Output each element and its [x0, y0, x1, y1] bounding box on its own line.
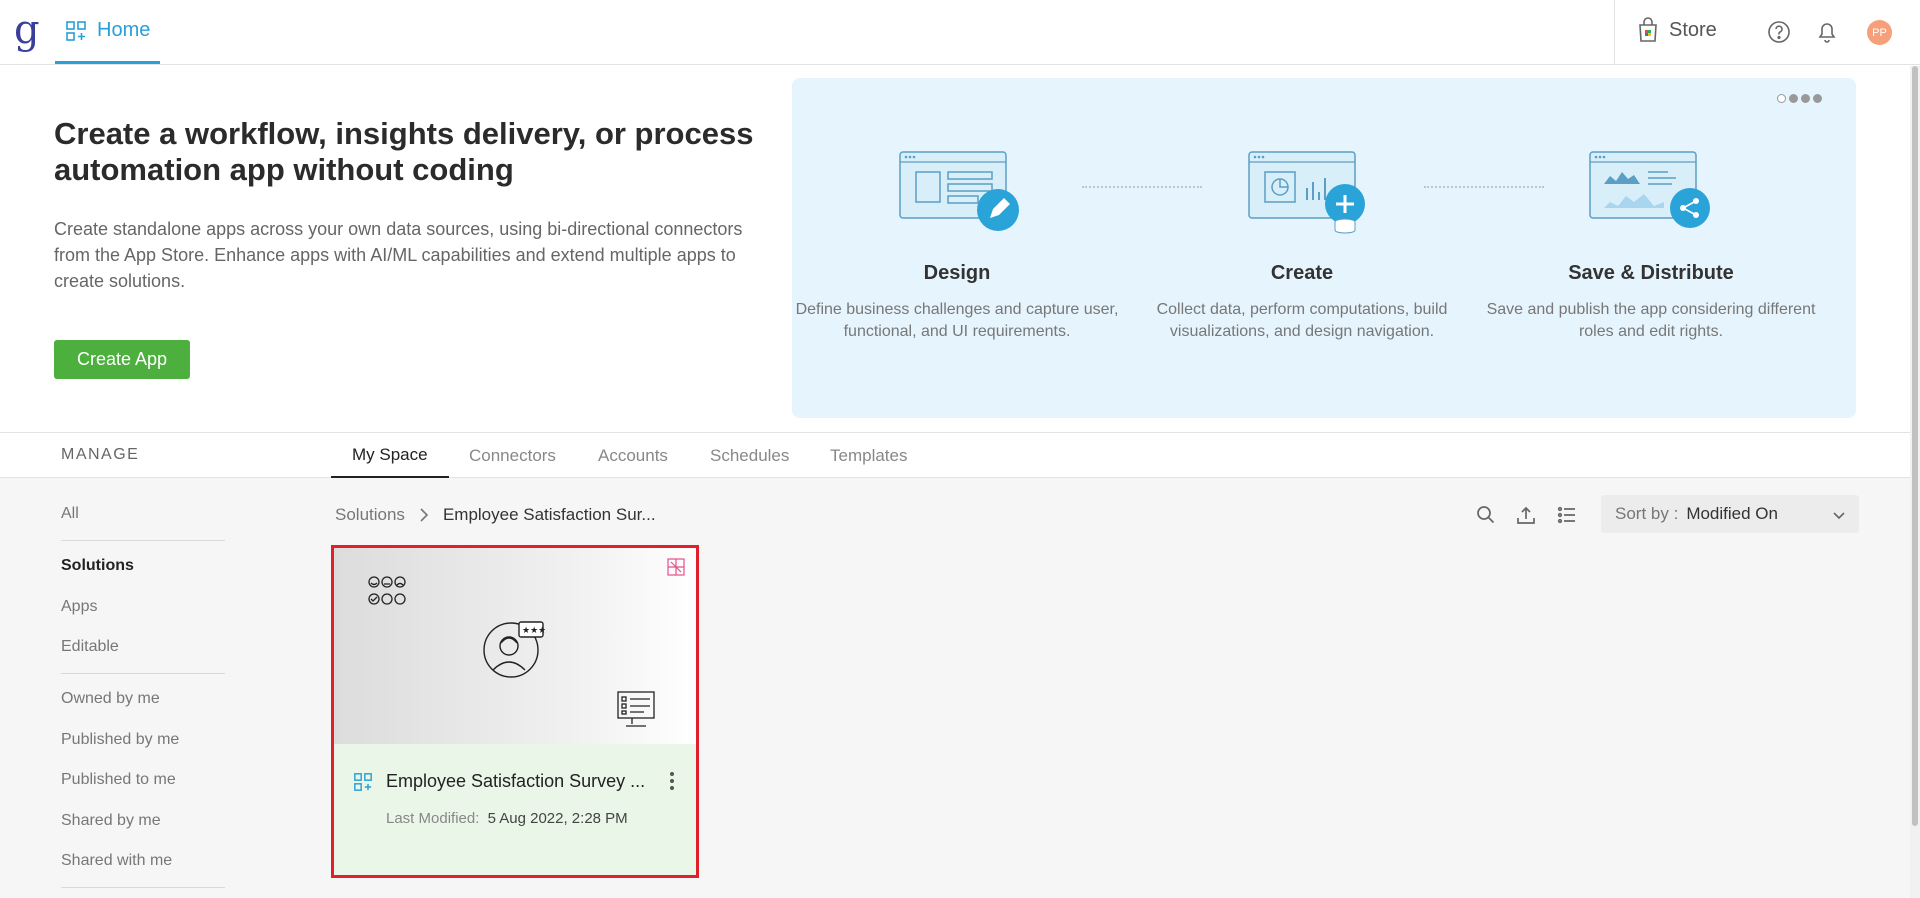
chevron-right-icon [420, 508, 429, 522]
chevron-down-icon [1833, 512, 1845, 520]
breadcrumb: Solutions Employee Satisfaction Sur... [335, 505, 656, 525]
design-step: Design Define business challenges and ca… [792, 150, 1122, 343]
store-bag-icon [1639, 17, 1657, 42]
sidebar-divider [61, 673, 225, 674]
card-title[interactable]: Employee Satisfaction Survey ... [386, 771, 662, 792]
tab-accounts[interactable]: Accounts [577, 433, 689, 478]
computer-checklist-icon [617, 691, 655, 727]
breadcrumb-current: Employee Satisfaction Sur... [442, 505, 656, 524]
step-title: Save & Distribute [1568, 262, 1734, 284]
top-bar: g Home Store PP [0, 0, 1920, 65]
create-illustration-icon [1248, 151, 1365, 234]
carousel-dot[interactable] [1777, 94, 1786, 103]
notification-bell-icon[interactable] [1814, 19, 1840, 45]
scrollbar-thumb[interactable] [1912, 66, 1918, 826]
promo-banner: Design Define business challenges and ca… [792, 78, 1856, 418]
sort-dropdown[interactable]: Sort by : Modified On [1601, 495, 1859, 533]
sidebar-item-shared-by-me[interactable]: Shared by me [61, 812, 161, 830]
svg-text:★★★: ★★★ [522, 626, 545, 636]
sidebar-item-apps[interactable]: Apps [61, 598, 97, 616]
user-avatar[interactable]: PP [1867, 20, 1892, 45]
step-description: Define business challenges and capture u… [795, 301, 1119, 340]
step-title: Create [1270, 262, 1334, 284]
search-icon[interactable] [1475, 504, 1497, 526]
card-thumbnail: ★★★ [334, 548, 696, 744]
sidebar-item-editable[interactable]: Editable [61, 638, 119, 656]
apps-grid-icon [66, 20, 86, 41]
hero-title: Create a workflow, insights delivery, or… [54, 116, 754, 187]
store-button[interactable]: Store [1637, 17, 1717, 43]
design-illustration-icon [899, 151, 1019, 231]
solution-badge-icon [667, 558, 685, 576]
tab-templates[interactable]: Templates [809, 433, 928, 478]
sidebar-divider [61, 887, 225, 888]
topbar-divider [1614, 0, 1615, 64]
step-description: Collect data, perform computations, buil… [1156, 301, 1448, 340]
sidebar-item-shared-with-me[interactable]: Shared with me [61, 852, 172, 870]
breadcrumb-root[interactable]: Solutions [335, 505, 405, 525]
modified-value: 5 Aug 2022, 2:28 PM [487, 810, 628, 827]
card-modified: Last Modified: 5 Aug 2022, 2:28 PM [386, 810, 628, 827]
home-tab-label: Home [97, 19, 151, 41]
list-view-icon[interactable] [1556, 504, 1578, 526]
sidebar-item-solutions[interactable]: Solutions [61, 557, 134, 575]
manage-bar: MANAGE My Space Connectors Accounts Sche… [0, 432, 1910, 478]
hero-description: Create standalone apps across your own d… [54, 219, 743, 291]
app-logo[interactable]: g [14, 10, 44, 54]
create-app-button[interactable]: Create App [54, 340, 190, 379]
tab-schedules[interactable]: Schedules [689, 433, 810, 478]
sort-label: Sort by : [1615, 504, 1679, 523]
carousel-dot[interactable] [1801, 94, 1810, 103]
manage-label: MANAGE [61, 446, 140, 463]
card-body: Employee Satisfaction Survey ... Last Mo… [334, 744, 696, 875]
tab-my-space[interactable]: My Space [331, 433, 449, 478]
carousel-dots[interactable] [1777, 94, 1822, 103]
sidebar-item-published-by-me[interactable]: Published by me [61, 731, 179, 749]
sidebar-item-published-to-me[interactable]: Published to me [61, 771, 176, 789]
sidebar-item-all[interactable]: All [61, 505, 79, 523]
rating-faces-icon [368, 576, 406, 605]
store-label: Store [1669, 18, 1717, 41]
survey-person-icon: ★★★ [483, 621, 545, 678]
save-distribute-step: Save & Distribute Save and publish the a… [1486, 150, 1816, 343]
upload-icon[interactable] [1515, 504, 1537, 526]
home-tab[interactable]: Home [55, 0, 161, 64]
step-title: Design [923, 262, 991, 284]
more-options-icon[interactable] [668, 770, 676, 792]
create-step: Create Collect data, perform computation… [1137, 150, 1467, 343]
modified-label: Last Modified: [386, 810, 480, 827]
page-scrollbar[interactable] [1910, 66, 1920, 898]
carousel-dot[interactable] [1789, 94, 1798, 103]
app-grid-icon [354, 773, 372, 791]
solution-card[interactable]: ★★★ Employee Satisfaction Survey ... Las… [331, 545, 699, 878]
carousel-dot[interactable] [1813, 94, 1822, 103]
tab-connectors[interactable]: Connectors [448, 433, 577, 478]
sidebar-divider [61, 540, 225, 541]
content-area: All Solutions Apps Editable Owned by me … [0, 478, 1910, 898]
sidebar-item-owned-by-me[interactable]: Owned by me [61, 690, 160, 708]
save-distribute-illustration-icon [1589, 151, 1710, 228]
help-icon[interactable] [1766, 19, 1792, 45]
step-description: Save and publish the app considering dif… [1486, 301, 1816, 340]
sort-value: Modified On [1686, 504, 1778, 523]
